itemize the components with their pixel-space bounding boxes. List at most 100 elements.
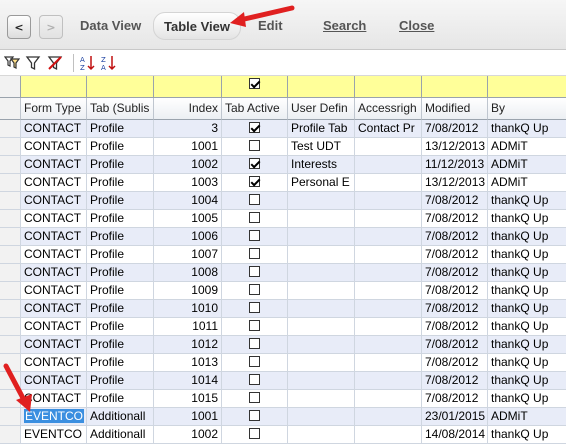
cell-by[interactable]: ADMiT xyxy=(488,174,566,192)
cell-by[interactable]: thankQ Up xyxy=(488,372,566,390)
cell-index[interactable]: 1006 xyxy=(154,228,222,246)
cell-by[interactable]: thankQ Up xyxy=(488,390,566,408)
cell-form-type[interactable]: CONTACT xyxy=(21,174,87,192)
filter-tab-active-checkbox[interactable] xyxy=(249,78,260,90)
header-form-type[interactable]: Form Type xyxy=(21,98,87,120)
cell-user-defined[interactable] xyxy=(288,408,355,426)
cell-index[interactable]: 1010 xyxy=(154,300,222,318)
cell-index[interactable]: 1012 xyxy=(154,336,222,354)
cell-access-rights[interactable] xyxy=(355,336,422,354)
cell-user-defined[interactable] xyxy=(288,210,355,228)
cell-tab[interactable]: Profile xyxy=(87,300,154,318)
cell-user-defined[interactable] xyxy=(288,336,355,354)
cell-tab[interactable]: Profile xyxy=(87,174,154,192)
sort-descending-icon[interactable]: ZA xyxy=(100,54,118,72)
filter-access-rights[interactable] xyxy=(355,76,422,98)
cell-modified[interactable]: 7/08/2012 xyxy=(422,246,488,264)
table-row[interactable]: CONTACT Profile 1003 Personal E 13/12/2013 AD… xyxy=(0,174,566,192)
cell-index[interactable]: 1001 xyxy=(154,408,222,426)
cell-modified[interactable]: 7/08/2012 xyxy=(422,228,488,246)
cell-access-rights[interactable] xyxy=(355,246,422,264)
cell-tab-active[interactable] xyxy=(222,192,288,210)
cell-user-defined[interactable]: Personal E xyxy=(288,174,355,192)
cell-access-rights[interactable] xyxy=(355,138,422,156)
cell-tab-active[interactable] xyxy=(222,318,288,336)
table-row[interactable]: CONTACT Profile 3 Profile Tab Contact Pr 7/08… xyxy=(0,120,566,138)
cell-index[interactable]: 1009 xyxy=(154,282,222,300)
cell-modified[interactable]: 7/08/2012 xyxy=(422,390,488,408)
cell-form-type[interactable]: CONTACT xyxy=(21,336,87,354)
tab-active-checkbox[interactable] xyxy=(249,284,260,296)
table-row[interactable]: CONTACT Profile 1009 7/08/2012 thankQ Up xyxy=(0,282,566,300)
cell-modified[interactable]: 13/12/2013 xyxy=(422,138,488,156)
cell-modified[interactable]: 7/08/2012 xyxy=(422,336,488,354)
tab-active-checkbox[interactable] xyxy=(249,392,260,404)
row-gutter[interactable] xyxy=(0,408,21,426)
cell-access-rights[interactable] xyxy=(355,192,422,210)
header-modified[interactable]: Modified xyxy=(422,98,488,120)
header-tab-active[interactable]: Tab Active xyxy=(222,98,288,120)
cell-tab[interactable]: Profile xyxy=(87,372,154,390)
cell-user-defined[interactable] xyxy=(288,318,355,336)
table-row[interactable]: CONTACT Profile 1004 7/08/2012 thankQ Up xyxy=(0,192,566,210)
cell-tab[interactable]: Additionall xyxy=(87,426,154,444)
cell-tab[interactable]: Profile xyxy=(87,210,154,228)
header-tab[interactable]: Tab (Sublis xyxy=(87,98,154,120)
tab-active-checkbox[interactable] xyxy=(249,176,260,188)
cell-tab[interactable]: Profile xyxy=(87,228,154,246)
cell-index[interactable]: 1011 xyxy=(154,318,222,336)
cell-tab[interactable]: Profile xyxy=(87,318,154,336)
cell-by[interactable]: thankQ Up xyxy=(488,246,566,264)
cell-by[interactable]: ADMiT xyxy=(488,138,566,156)
cell-modified[interactable]: 11/12/2013 xyxy=(422,156,488,174)
cell-tab-active[interactable] xyxy=(222,282,288,300)
row-gutter[interactable] xyxy=(0,300,21,318)
cell-by[interactable]: thankQ Up xyxy=(488,210,566,228)
table-row[interactable]: CONTACT Profile 1015 7/08/2012 thankQ Up xyxy=(0,390,566,408)
cell-form-type[interactable]: EVENTCO xyxy=(21,408,87,426)
cell-index[interactable]: 1013 xyxy=(154,354,222,372)
row-gutter[interactable] xyxy=(0,192,21,210)
tab-active-checkbox[interactable] xyxy=(249,356,260,368)
tab-active-checkbox[interactable] xyxy=(249,428,260,440)
cell-modified[interactable]: 23/01/2015 xyxy=(422,408,488,426)
cell-by[interactable]: thankQ Up xyxy=(488,426,566,444)
filter-form-type[interactable] xyxy=(21,76,87,98)
header-index[interactable]: Index xyxy=(154,98,222,120)
cell-form-type[interactable]: CONTACT xyxy=(21,390,87,408)
cell-by[interactable]: ADMiT xyxy=(488,156,566,174)
tab-active-checkbox[interactable] xyxy=(249,266,260,278)
table-row[interactable]: EVENTCO Additionall 1001 23/01/2015 ADMiT xyxy=(0,408,566,426)
cell-access-rights[interactable]: Contact Pr xyxy=(355,120,422,138)
cell-form-type[interactable]: CONTACT xyxy=(21,372,87,390)
tab-data-view[interactable]: Data View xyxy=(80,18,141,33)
close-menu[interactable]: Close xyxy=(399,18,434,33)
cell-user-defined[interactable]: Profile Tab xyxy=(288,120,355,138)
cell-access-rights[interactable] xyxy=(355,174,422,192)
cell-form-type[interactable]: CONTACT xyxy=(21,300,87,318)
filter-by[interactable] xyxy=(488,76,566,98)
cell-tab-active[interactable] xyxy=(222,210,288,228)
cell-tab[interactable]: Profile xyxy=(87,390,154,408)
back-button[interactable]: < xyxy=(7,15,31,39)
row-gutter[interactable] xyxy=(0,426,21,444)
cell-modified[interactable]: 7/08/2012 xyxy=(422,300,488,318)
cell-modified[interactable]: 13/12/2013 xyxy=(422,174,488,192)
cell-user-defined[interactable]: Test UDT xyxy=(288,138,355,156)
cell-access-rights[interactable] xyxy=(355,156,422,174)
tab-active-checkbox[interactable] xyxy=(249,320,260,332)
cell-tab-active[interactable] xyxy=(222,390,288,408)
cell-user-defined[interactable]: Interests xyxy=(288,156,355,174)
cell-access-rights[interactable] xyxy=(355,300,422,318)
cell-by[interactable]: thankQ Up xyxy=(488,120,566,138)
cell-access-rights[interactable] xyxy=(355,426,422,444)
row-gutter[interactable] xyxy=(0,282,21,300)
cell-by[interactable]: thankQ Up xyxy=(488,300,566,318)
cell-index[interactable]: 3 xyxy=(154,120,222,138)
cell-tab-active[interactable] xyxy=(222,372,288,390)
cell-tab-active[interactable] xyxy=(222,138,288,156)
cell-form-type[interactable]: CONTACT xyxy=(21,192,87,210)
row-gutter[interactable] xyxy=(0,354,21,372)
search-menu[interactable]: Search xyxy=(323,18,366,33)
cell-tab-active[interactable] xyxy=(222,426,288,444)
